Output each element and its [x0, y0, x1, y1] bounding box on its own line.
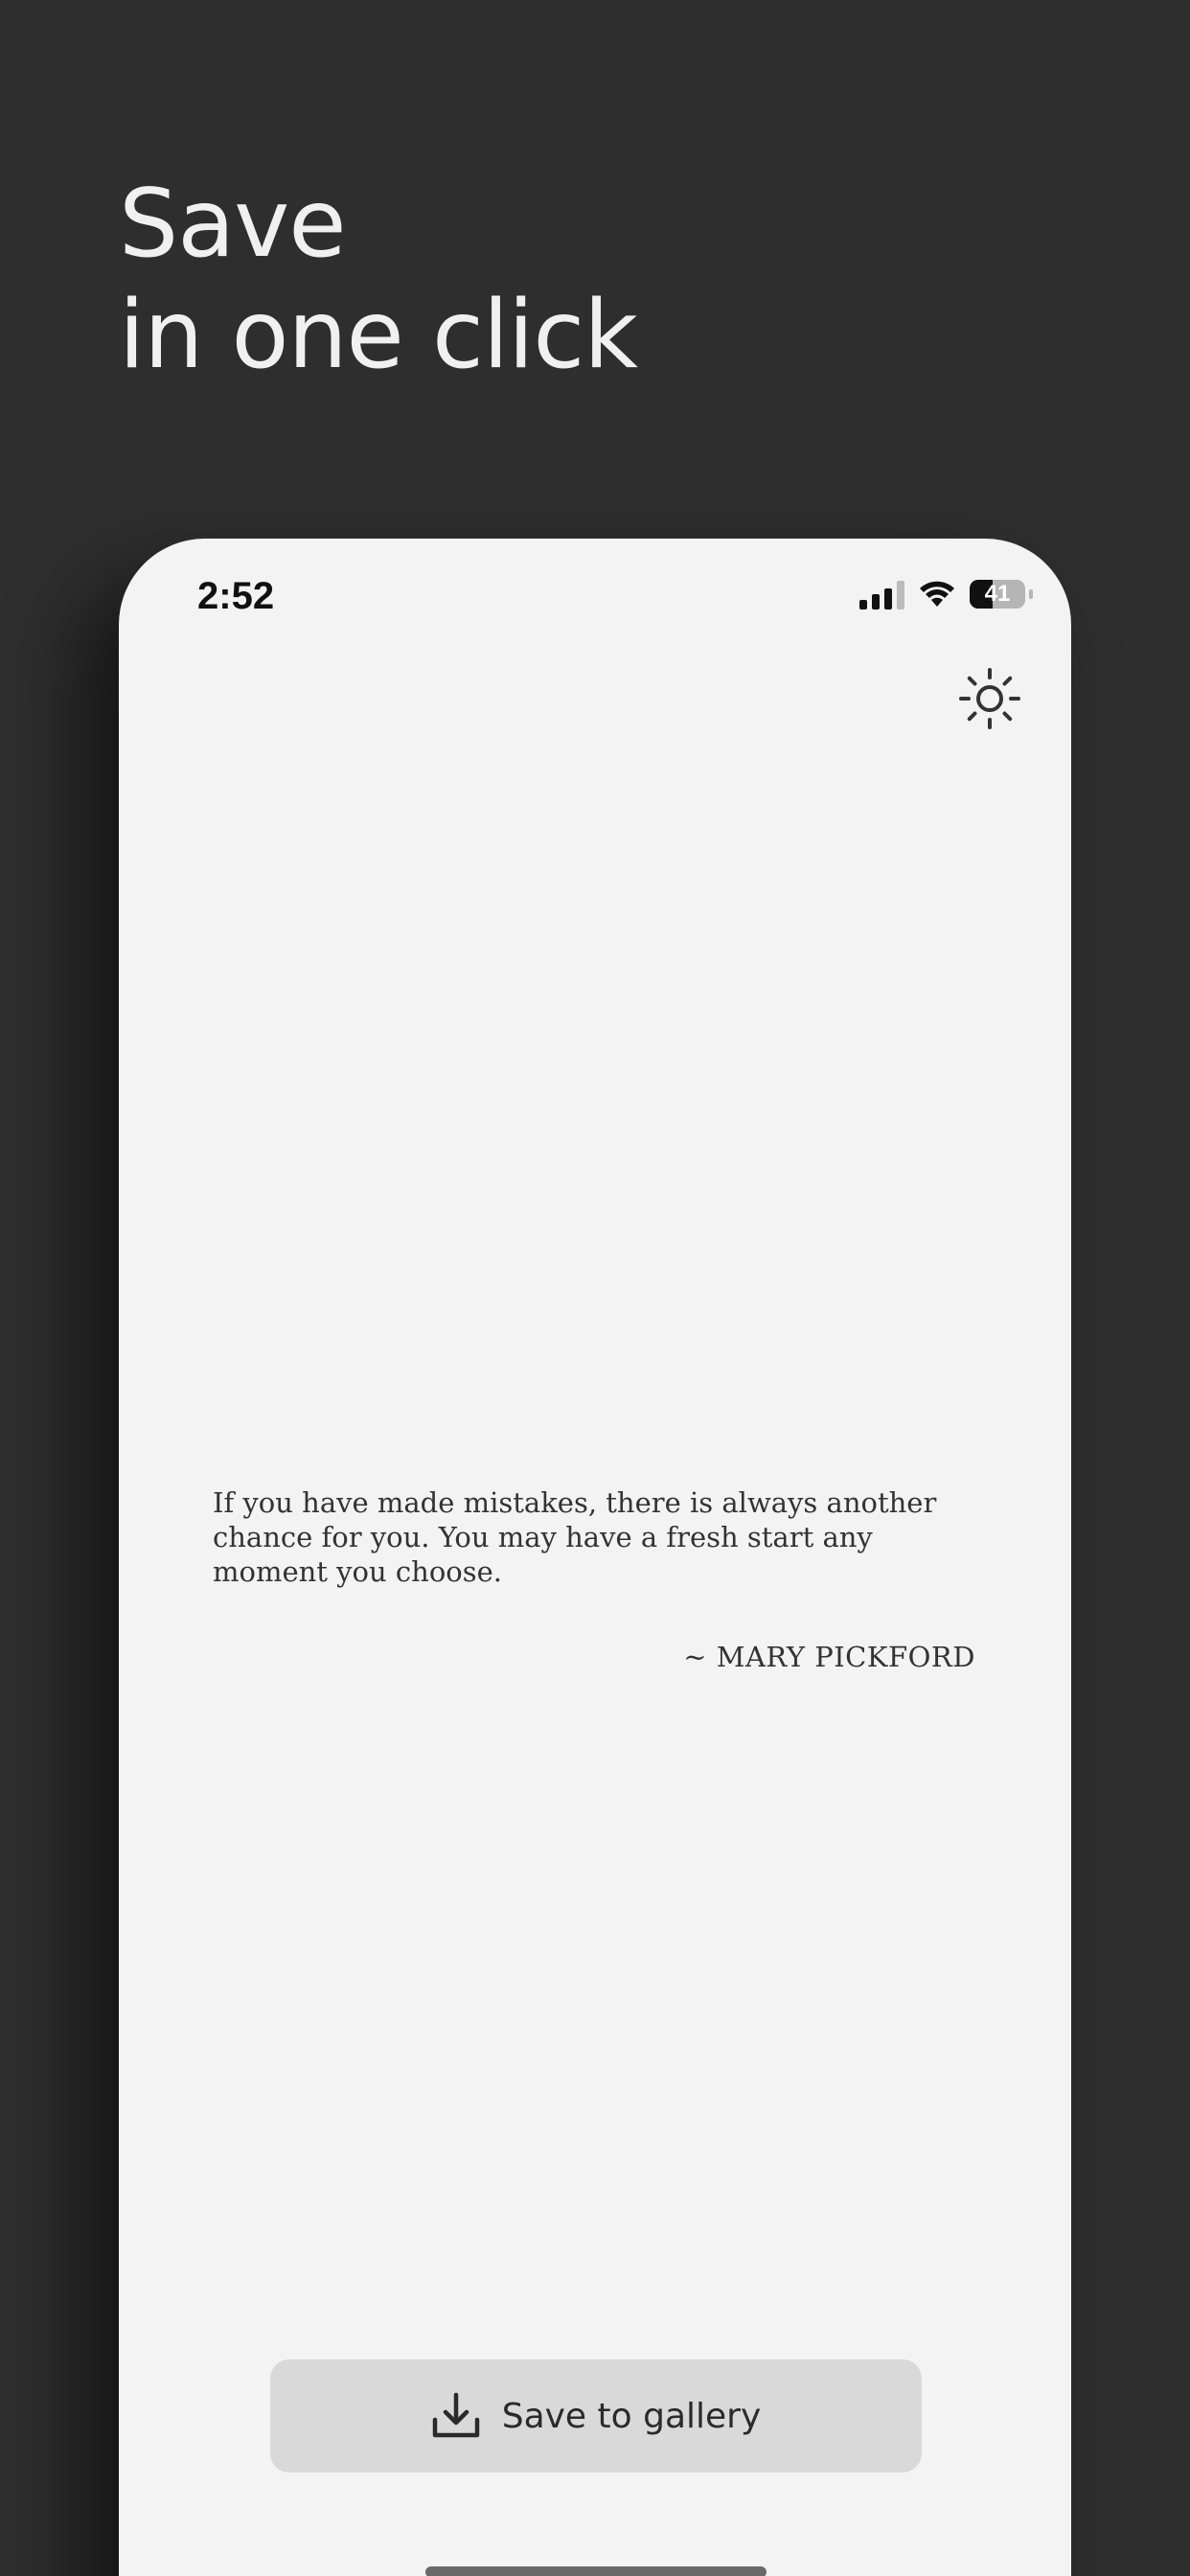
app-store-screenshot: Save in one click 2:52 41 If you have ma… — [0, 0, 1190, 2576]
save-to-gallery-button[interactable]: Save to gallery — [270, 2359, 922, 2472]
quote-author: ~ MARY PICKFORD — [683, 1641, 975, 1673]
headline-line-2: in one click — [119, 281, 638, 390]
battery-tip — [1029, 589, 1033, 599]
device-screen: 2:52 41 If you have made mistakes, there… — [119, 539, 1071, 2576]
battery-level: 41 — [984, 581, 1011, 607]
quote-text: If you have made mistakes, there is alwa… — [213, 1486, 937, 1588]
headline-line-1: Save — [119, 170, 347, 279]
download-icon — [432, 2392, 479, 2438]
cellular-signal-icon — [859, 579, 904, 610]
home-indicator — [425, 2566, 767, 2576]
sun-icon — [959, 668, 1020, 729]
battery-icon: 41 — [970, 580, 1025, 609]
save-button-label: Save to gallery — [501, 2396, 762, 2436]
status-icons: 41 — [859, 579, 1033, 610]
promo-headline: Save in one click — [119, 169, 638, 391]
status-time: 2:52 — [197, 575, 275, 617]
wifi-icon — [918, 580, 956, 609]
theme-toggle-button[interactable] — [956, 665, 1023, 732]
